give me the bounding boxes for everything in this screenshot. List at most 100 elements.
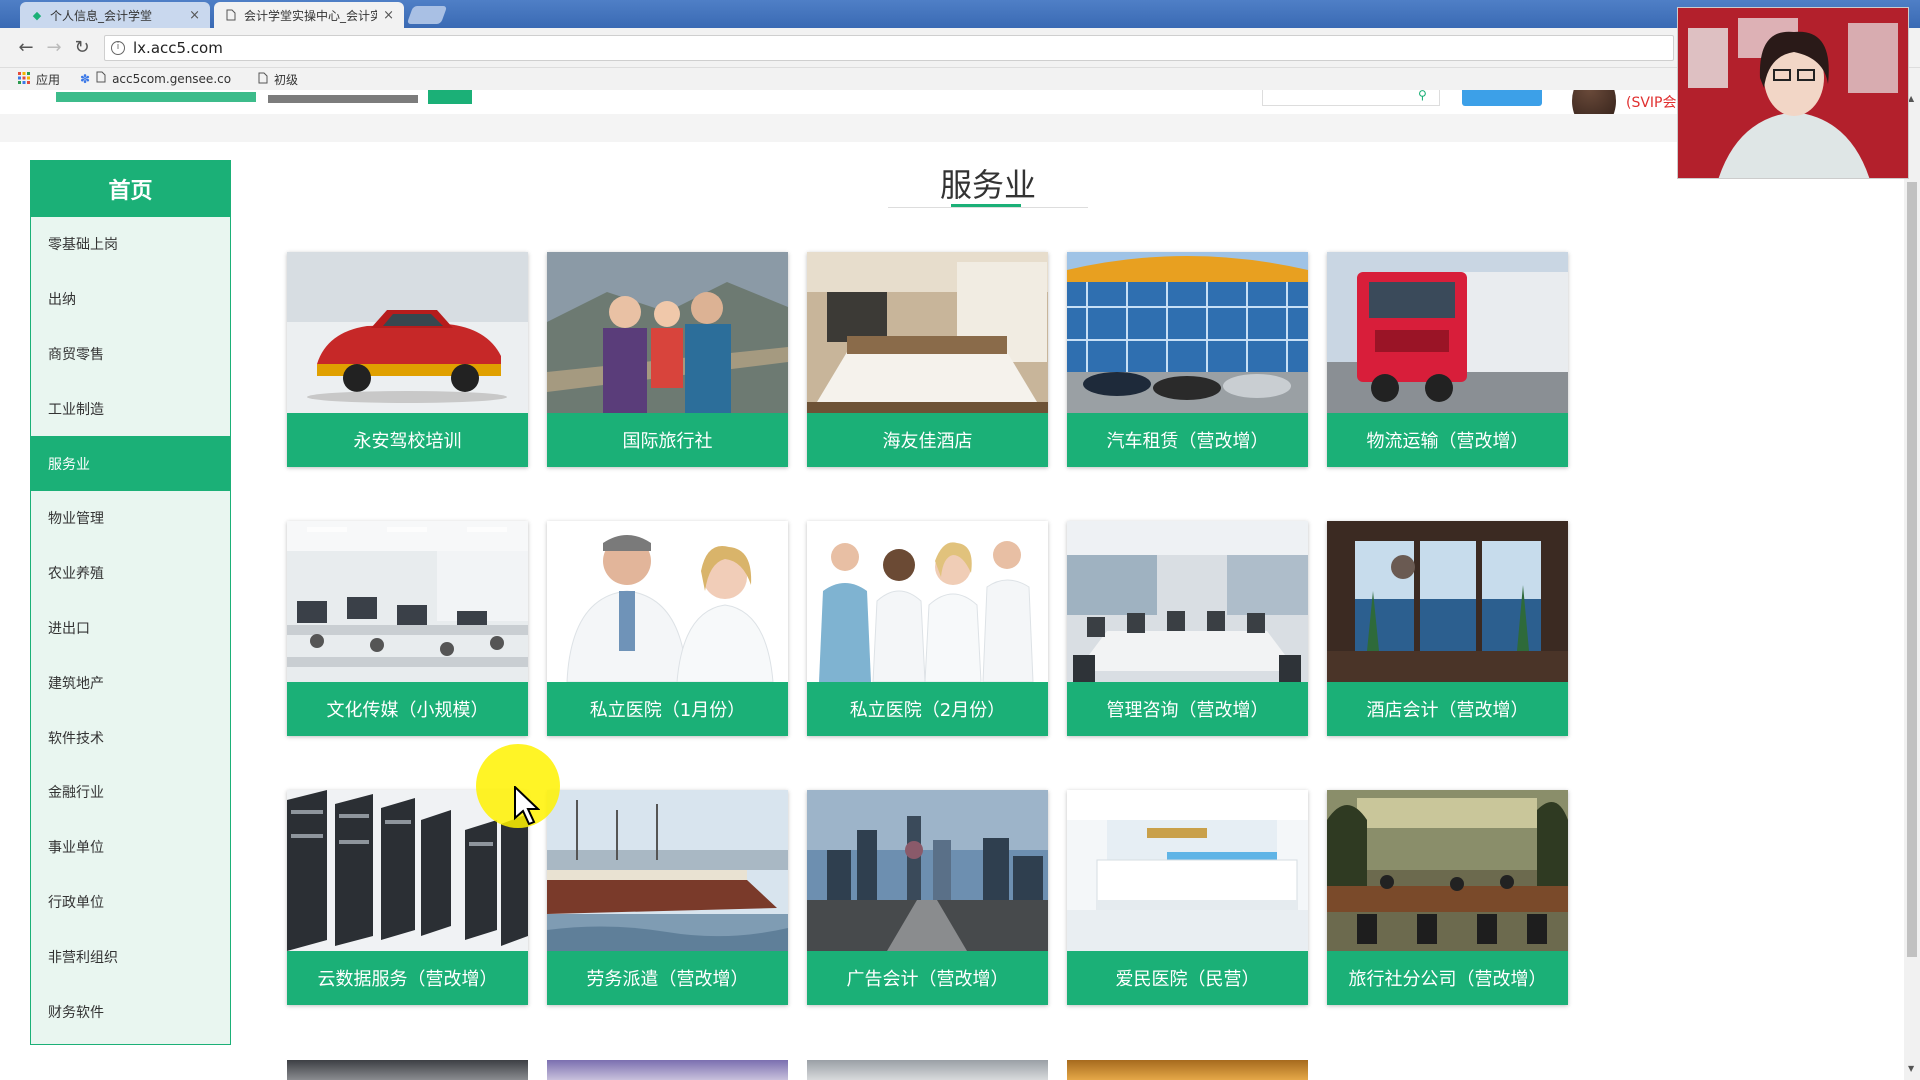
- header-search-input[interactable]: [1262, 90, 1440, 106]
- apps-grid-icon: [18, 72, 30, 87]
- case-card[interactable]: 私立医院（2月份）: [807, 521, 1048, 736]
- sidebar-item[interactable]: 出纳: [31, 272, 230, 327]
- case-card-label[interactable]: 永安驾校培训: [287, 413, 528, 467]
- sidebar-home-link[interactable]: 首页: [31, 161, 230, 217]
- case-card-label[interactable]: 物流运输（营改增）: [1327, 413, 1568, 467]
- tab-close-icon[interactable]: ×: [189, 8, 200, 23]
- url-field[interactable]: i lx.acc5.com: [104, 35, 1674, 61]
- case-card-photo[interactable]: [1067, 521, 1308, 682]
- case-card[interactable]: 物流运输（营改增）: [1327, 252, 1568, 467]
- browser-tab-strip: ◆ 个人信息_会计学堂 × 会计学堂实操中心_会计实 ×: [0, 0, 1920, 28]
- header-divider-strip: [0, 114, 1905, 142]
- title-divider: [888, 207, 1088, 208]
- new-tab-button[interactable]: [406, 6, 448, 24]
- case-card[interactable]: 云数据服务（营改增）: [287, 790, 528, 1005]
- tab-close-icon[interactable]: ×: [383, 8, 394, 23]
- site-logo[interactable]: [56, 90, 256, 110]
- url-text: lx.acc5.com: [133, 39, 223, 57]
- logo-badge: [428, 90, 472, 104]
- case-card-label[interactable]: 云数据服务（营改增）: [287, 951, 528, 1005]
- bookmark-apps[interactable]: 应用: [18, 71, 60, 88]
- page-icon: [258, 72, 268, 87]
- sidebar-item[interactable]: 工业制造: [31, 381, 230, 436]
- case-card-label[interactable]: 劳务派遣（营改增）: [547, 951, 788, 1005]
- case-card-photo[interactable]: [1067, 252, 1308, 413]
- case-card-photo[interactable]: [807, 252, 1048, 413]
- case-card-photo[interactable]: [1327, 252, 1568, 413]
- case-card[interactable]: 劳务派遣（营改增）: [547, 790, 788, 1005]
- bookmarks-bar: 应用 ✽ acc5com.gensee.co 初级: [0, 68, 1920, 90]
- case-card-photo[interactable]: [287, 521, 528, 682]
- sidebar-item[interactable]: 农业养殖: [31, 546, 230, 601]
- sidebar-item[interactable]: 零基础上岗: [31, 217, 230, 272]
- sidebar-item[interactable]: 建筑地产: [31, 655, 230, 710]
- case-card-label[interactable]: 私立医院（1月份）: [547, 682, 788, 736]
- case-card[interactable]: 国际旅行社: [547, 252, 788, 467]
- sidebar-item[interactable]: 行政单位: [31, 875, 230, 930]
- case-card-photo[interactable]: [547, 252, 788, 413]
- case-card-label[interactable]: 国际旅行社: [547, 413, 788, 467]
- case-card-label[interactable]: 广告会计（营改增）: [807, 951, 1048, 1005]
- case-card-photo[interactable]: [547, 790, 788, 951]
- search-icon[interactable]: ⚲: [1418, 90, 1427, 102]
- sidebar-item[interactable]: 商贸零售: [31, 327, 230, 382]
- sidebar-item[interactable]: 金融行业: [31, 765, 230, 820]
- case-card[interactable]: 酒店会计（营改增）: [1327, 521, 1568, 736]
- case-card-label[interactable]: 爱民医院（民营）: [1067, 951, 1308, 1005]
- case-card-photo[interactable]: [1327, 521, 1568, 682]
- sidebar-item[interactable]: 进出口: [31, 601, 230, 656]
- case-card-photo[interactable]: [807, 790, 1048, 951]
- industry-sidebar: 首页 零基础上岗 出纳 商贸零售 工业制造 服务业 物业管理 农业养殖 进出口 建筑地产 软件技术…: [30, 160, 231, 1045]
- case-card[interactable]: 管理咨询（营改增）: [1067, 521, 1308, 736]
- case-card[interactable]: 汽车租赁（营改增）: [1067, 252, 1308, 467]
- bookmark-gensee[interactable]: ✽ acc5com.gensee.co: [80, 71, 231, 86]
- scroll-thumb[interactable]: [1907, 182, 1917, 957]
- page-icon: [224, 8, 238, 22]
- case-card[interactable]: 私立医院（1月份）: [547, 521, 788, 736]
- sidebar-item[interactable]: 软件技术: [31, 710, 230, 765]
- case-card[interactable]: 广告会计（营改增）: [807, 790, 1048, 1005]
- bookmark-chuji[interactable]: 初级: [258, 71, 298, 88]
- card-peek[interactable]: [807, 1060, 1048, 1080]
- page-scrollbar[interactable]: ▲ ▼: [1904, 90, 1920, 1080]
- case-card-label[interactable]: 文化传媒（小规模）: [287, 682, 528, 736]
- case-card[interactable]: 文化传媒（小规模）: [287, 521, 528, 736]
- browser-tab-profile[interactable]: ◆ 个人信息_会计学堂 ×: [20, 2, 210, 28]
- case-card-photo[interactable]: [547, 521, 788, 682]
- case-card-label[interactable]: 私立医院（2月份）: [807, 682, 1048, 736]
- case-card-photo[interactable]: [807, 521, 1048, 682]
- back-arrow-icon[interactable]: ←: [16, 38, 36, 58]
- case-card-label[interactable]: 旅行社分公司（营改增）: [1327, 951, 1568, 1005]
- sidebar-item[interactable]: 非营利组织: [31, 929, 230, 984]
- case-card-photo[interactable]: [1327, 790, 1568, 951]
- card-peek[interactable]: [547, 1060, 788, 1080]
- info-icon[interactable]: i: [111, 41, 125, 55]
- case-card-label[interactable]: 管理咨询（营改增）: [1067, 682, 1308, 736]
- browser-tab-practice-center[interactable]: 会计学堂实操中心_会计实 ×: [214, 2, 404, 28]
- forward-arrow-icon[interactable]: →: [44, 38, 64, 58]
- gensee-logo-icon: ✽: [80, 71, 91, 86]
- case-card[interactable]: 永安驾校培训: [287, 252, 528, 467]
- card-peek[interactable]: [287, 1060, 528, 1080]
- scroll-down-arrow-icon[interactable]: ▼: [1908, 1064, 1914, 1073]
- sidebar-item[interactable]: 服务业: [31, 436, 230, 491]
- sidebar-item[interactable]: 事业单位: [31, 820, 230, 875]
- section-title: 服务业: [939, 166, 1036, 204]
- header-action-button[interactable]: [1462, 90, 1542, 106]
- case-card-photo[interactable]: [287, 252, 528, 413]
- case-card[interactable]: 旅行社分公司（营改增）: [1327, 790, 1568, 1005]
- sidebar-item[interactable]: 财务软件: [31, 984, 230, 1039]
- sidebar-item[interactable]: 物业管理: [31, 491, 230, 546]
- webcam-overlay: [1677, 7, 1909, 179]
- case-card-photo[interactable]: [1067, 790, 1308, 951]
- case-card-label[interactable]: 酒店会计（营改增）: [1327, 682, 1568, 736]
- case-card-label[interactable]: 海友佳酒店: [807, 413, 1048, 467]
- user-avatar[interactable]: [1572, 90, 1616, 114]
- svip-member-text: (SVIP会: [1626, 95, 1677, 111]
- reload-icon[interactable]: ↻: [72, 38, 92, 58]
- case-card[interactable]: 爱民医院（民营）: [1067, 790, 1308, 1005]
- tab-title: 个人信息_会计学堂: [50, 8, 153, 23]
- case-card-label[interactable]: 汽车租赁（营改增）: [1067, 413, 1308, 467]
- case-card[interactable]: 海友佳酒店: [807, 252, 1048, 467]
- card-peek[interactable]: [1067, 1060, 1308, 1080]
